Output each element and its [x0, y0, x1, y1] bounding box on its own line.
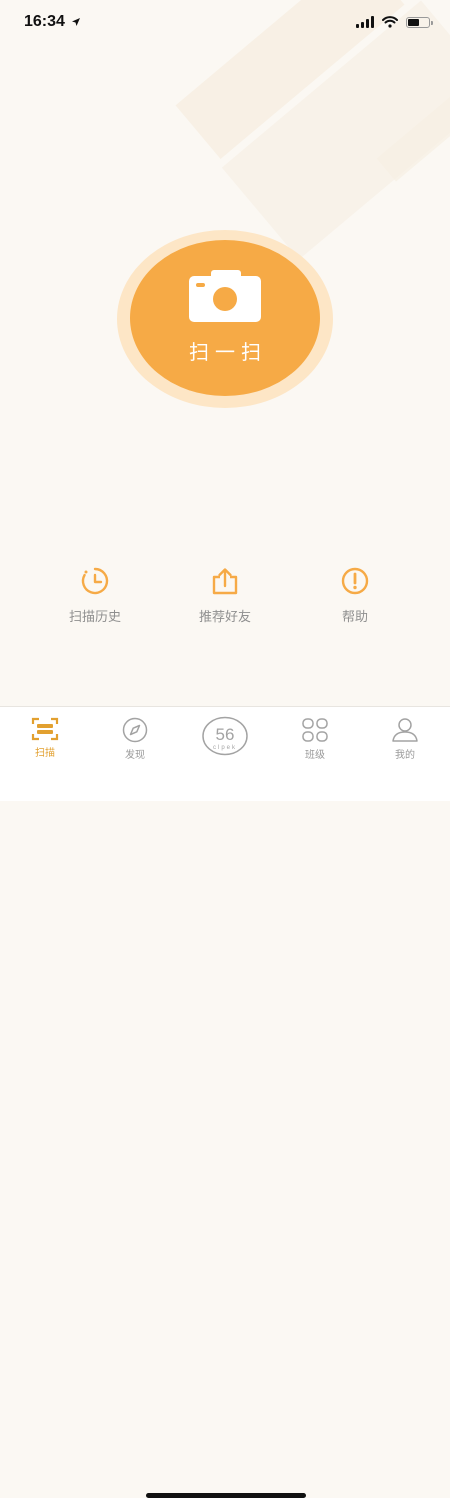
- tab-profile-label: 我的: [395, 750, 415, 761]
- camera-icon: [189, 270, 261, 322]
- tab-profile[interactable]: 我的: [360, 707, 450, 767]
- tab-56-number: 56: [216, 725, 235, 744]
- status-indicators: [356, 16, 433, 28]
- recommend-friends-button[interactable]: 推荐好友: [170, 566, 280, 625]
- help-icon: [341, 567, 369, 595]
- battery-icon: [406, 16, 433, 28]
- user-icon: [392, 718, 418, 742]
- tab-class-label: 班级: [305, 750, 325, 761]
- share-icon: [212, 568, 238, 595]
- tab-class[interactable]: 班级: [270, 707, 360, 767]
- status-bar: 16:34: [0, 0, 450, 44]
- status-time: 16:34: [24, 13, 65, 30]
- scan-history-button[interactable]: 扫描历史: [40, 566, 150, 625]
- tab-discover-label: 发现: [125, 750, 145, 761]
- tab-discover[interactable]: 发现: [90, 707, 180, 767]
- scan-tab-icon: [31, 717, 59, 741]
- tab-scan-label: 扫描: [35, 748, 55, 759]
- cellular-signal-icon: [356, 16, 374, 28]
- 56-logo-icon: 56 clpek: [202, 716, 248, 756]
- status-time-group: 16:34: [24, 13, 81, 31]
- grid-icon: [302, 718, 328, 742]
- recommend-friends-label: 推荐好友: [198, 610, 251, 625]
- clock-icon: [81, 567, 109, 595]
- wifi-icon: [382, 16, 398, 28]
- location-arrow-icon: [71, 18, 80, 26]
- scan-label: 扫一扫: [189, 340, 267, 364]
- quick-actions: 扫描历史 推荐好友 帮助: [0, 566, 450, 625]
- scan-button[interactable]: 扫一扫: [130, 240, 320, 396]
- tab-56-sublabel: clpek: [213, 745, 237, 751]
- home-indicator: [146, 1493, 306, 1498]
- tab-scan[interactable]: 扫描: [0, 707, 90, 767]
- help-label: 帮助: [341, 610, 368, 625]
- compass-icon: [122, 717, 148, 743]
- tab-56[interactable]: 56 clpek: [180, 707, 270, 767]
- tab-bar: 扫描 发现 56 clpek 班级 我的: [0, 706, 450, 1498]
- help-button[interactable]: 帮助: [300, 566, 410, 625]
- scan-history-label: 扫描历史: [68, 610, 121, 625]
